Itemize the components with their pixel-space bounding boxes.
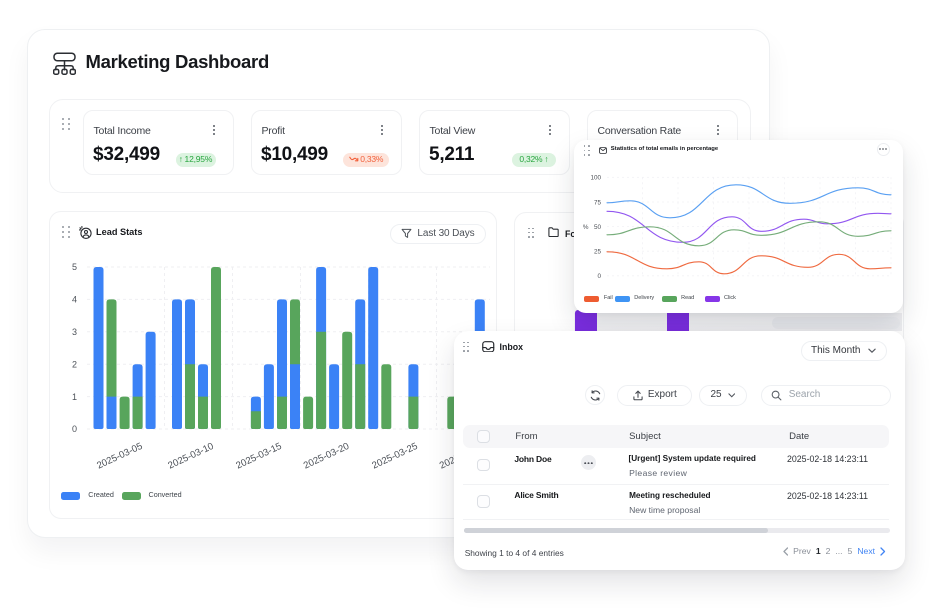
svg-text:3: 3 [72,327,77,337]
svg-text:2: 2 [72,359,77,369]
svg-text:25: 25 [594,249,602,256]
svg-text:2025-03-20: 2025-03-20 [302,440,351,471]
svg-text:5: 5 [72,262,77,272]
svg-text:2025-03-15: 2025-03-15 [234,440,283,471]
svg-text:100: 100 [590,175,601,182]
svg-text:75: 75 [594,199,602,206]
svg-text:1: 1 [72,391,77,401]
svg-text:2025-03-05: 2025-03-05 [95,440,144,471]
svg-text:2025-03-25: 2025-03-25 [370,440,419,471]
svg-text:2025-03-10: 2025-03-10 [166,440,215,471]
svg-text:0: 0 [72,424,77,434]
svg-text:%: % [583,224,589,231]
svg-text:0: 0 [597,273,601,280]
svg-text:4: 4 [72,294,77,304]
svg-text:50: 50 [594,224,602,231]
